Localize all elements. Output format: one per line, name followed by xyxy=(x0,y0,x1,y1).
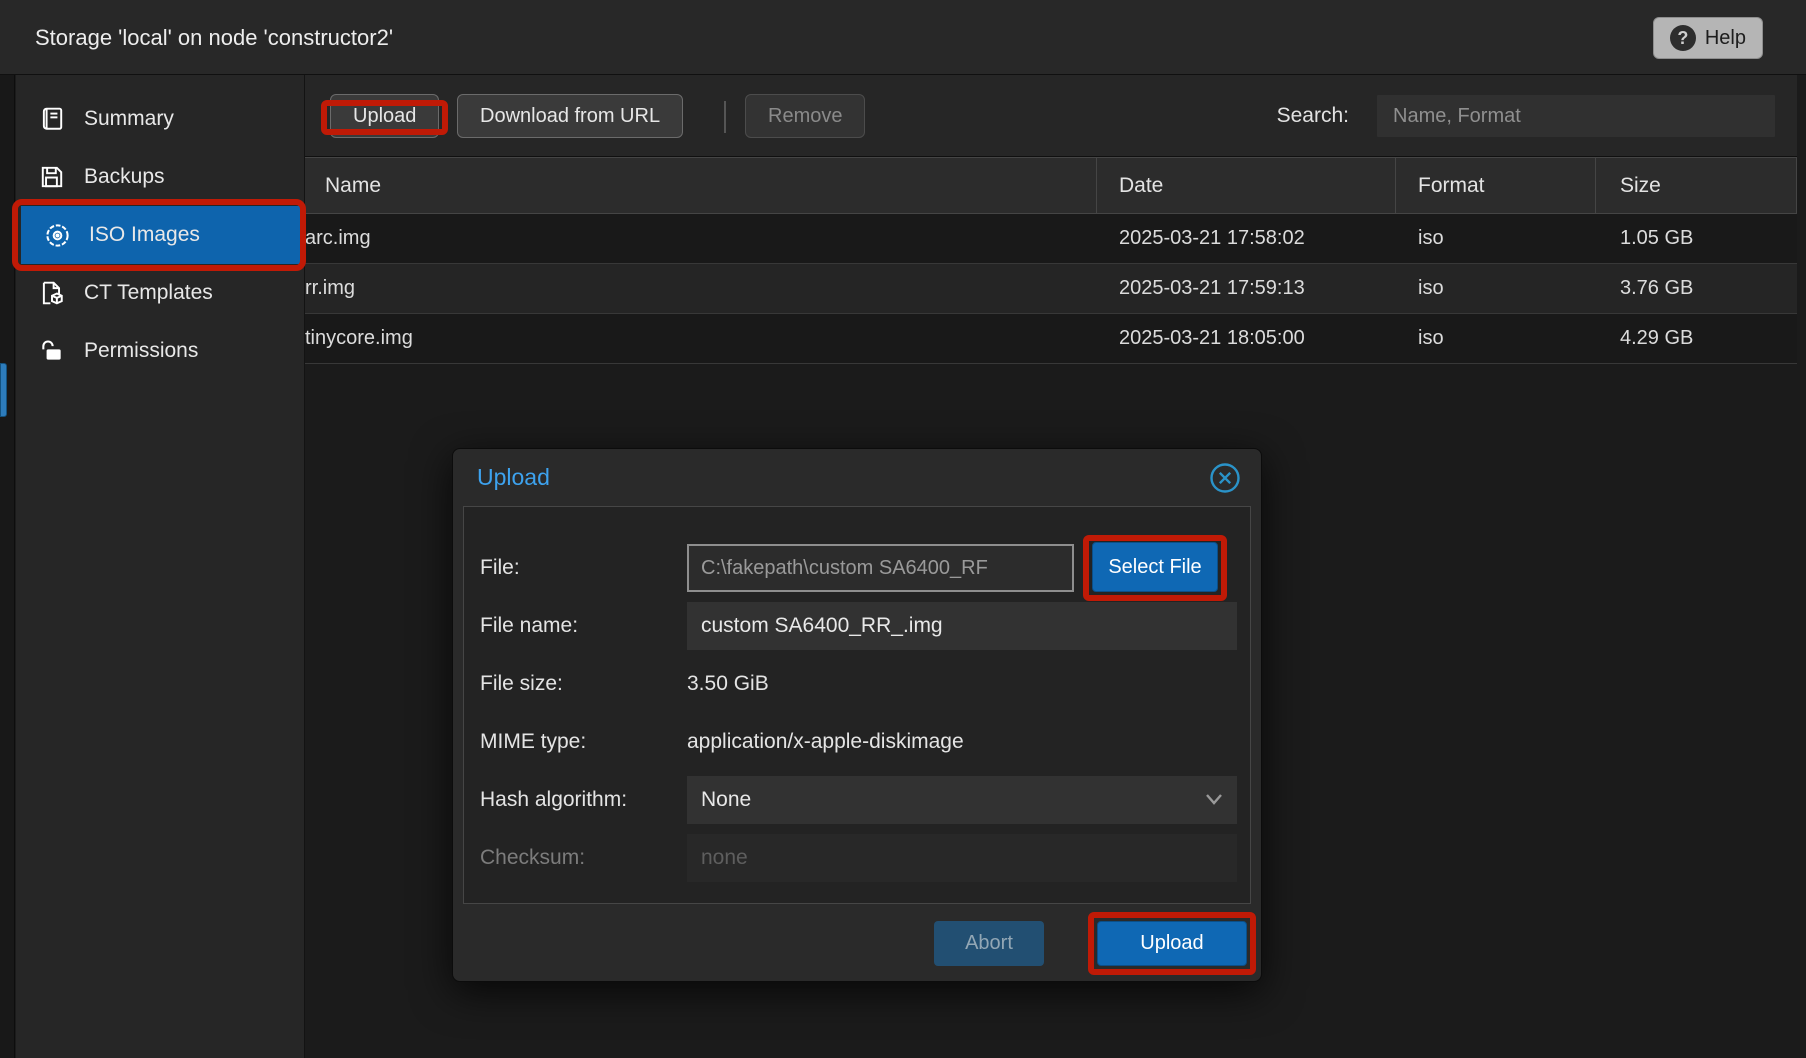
question-icon: ? xyxy=(1670,25,1696,51)
checksum-input[interactable] xyxy=(687,834,1237,882)
dialog-title: Upload xyxy=(477,449,550,506)
file-path-input[interactable] xyxy=(687,544,1074,592)
table-header-row: Name Date Format Size xyxy=(305,157,1797,214)
close-icon[interactable] xyxy=(1207,460,1243,496)
storage-sidebar: Summary Backups ISO Images xyxy=(16,75,305,1058)
sidebar-item-permissions[interactable]: Permissions xyxy=(16,322,304,380)
cell-date: 2025-03-21 18:05:00 xyxy=(1097,314,1396,363)
cell-name: tinycore.img xyxy=(305,314,1097,363)
column-header-size[interactable]: Size xyxy=(1596,158,1797,213)
select-file-button[interactable]: Select File xyxy=(1092,542,1218,592)
sidebar-item-backups[interactable]: Backups xyxy=(16,148,304,206)
sidebar-item-label: Backups xyxy=(84,165,165,189)
page-title: Storage 'local' on node 'constructor2' xyxy=(35,0,393,75)
column-header-format[interactable]: Format xyxy=(1396,158,1596,213)
cell-size: 3.76 GB xyxy=(1596,264,1797,313)
upload-dialog: Upload File: Select File File name: File… xyxy=(452,448,1262,982)
checksum-label: Checksum: xyxy=(480,834,680,882)
column-header-date[interactable]: Date xyxy=(1097,158,1396,213)
hash-algorithm-value: None xyxy=(701,776,751,824)
hash-algorithm-select[interactable]: None xyxy=(687,776,1237,824)
dialog-footer: Abort Upload xyxy=(453,904,1261,981)
cell-format: iso xyxy=(1396,314,1596,363)
dialog-upload-button[interactable]: Upload xyxy=(1097,921,1247,966)
cell-format: iso xyxy=(1396,264,1596,313)
help-button[interactable]: ? Help xyxy=(1653,17,1763,59)
file-size-value: 3.50 GiB xyxy=(687,660,769,708)
dialog-form: File: Select File File name: File size: … xyxy=(463,506,1251,904)
file-label: File: xyxy=(480,544,680,592)
sidebar-item-label: ISO Images xyxy=(89,223,200,247)
file-cube-icon xyxy=(38,279,66,307)
book-icon xyxy=(38,105,66,133)
column-header-name[interactable]: Name xyxy=(305,158,1097,213)
floppy-icon xyxy=(38,163,66,191)
table-row[interactable]: rr.img 2025-03-21 17:59:13 iso 3.76 GB xyxy=(305,264,1797,314)
sidebar-item-iso-images[interactable]: ISO Images xyxy=(21,206,302,264)
hash-algorithm-label: Hash algorithm: xyxy=(480,776,680,824)
help-button-label: Help xyxy=(1705,27,1746,50)
remove-button[interactable]: Remove xyxy=(745,94,865,138)
file-name-input[interactable] xyxy=(687,602,1237,650)
toolbar: Upload Download from URL Remove Search: xyxy=(305,75,1797,157)
window-header: Storage 'local' on node 'constructor2' ?… xyxy=(0,0,1806,75)
cell-size: 1.05 GB xyxy=(1596,214,1797,263)
cd-icon xyxy=(43,221,71,249)
sidebar-item-ct-templates[interactable]: CT Templates xyxy=(16,264,304,322)
cell-name: rr.img xyxy=(305,264,1097,313)
table-row[interactable]: tinycore.img 2025-03-21 18:05:00 iso 4.2… xyxy=(305,314,1797,364)
iso-images-table: Name Date Format Size arc.img 2025-03-21… xyxy=(305,157,1797,364)
sidebar-item-summary[interactable]: Summary xyxy=(16,90,304,148)
collapsed-tree-strip xyxy=(0,0,15,1058)
search-label: Search: xyxy=(1277,75,1349,157)
cell-date: 2025-03-21 17:59:13 xyxy=(1097,264,1396,313)
file-name-label: File name: xyxy=(480,602,680,650)
cell-format: iso xyxy=(1396,214,1596,263)
file-size-label: File size: xyxy=(480,660,680,708)
splitter-handle[interactable] xyxy=(0,363,7,417)
cell-name: arc.img xyxy=(305,214,1097,263)
table-row[interactable]: arc.img 2025-03-21 17:58:02 iso 1.05 GB xyxy=(305,214,1797,264)
cell-size: 4.29 GB xyxy=(1596,314,1797,363)
download-from-url-button[interactable]: Download from URL xyxy=(457,94,683,138)
sidebar-item-label: Summary xyxy=(84,107,174,131)
upload-button[interactable]: Upload xyxy=(330,94,439,138)
unlock-icon xyxy=(38,337,66,365)
mime-type-value: application/x-apple-diskimage xyxy=(687,718,964,766)
chevron-down-icon xyxy=(1205,793,1223,806)
cell-date: 2025-03-21 17:58:02 xyxy=(1097,214,1396,263)
sidebar-item-label: Permissions xyxy=(84,339,198,363)
abort-button[interactable]: Abort xyxy=(934,921,1044,966)
sidebar-item-label: CT Templates xyxy=(84,281,213,305)
search-input[interactable] xyxy=(1376,94,1776,138)
toolbar-separator xyxy=(724,101,726,133)
mime-type-label: MIME type: xyxy=(480,718,680,766)
